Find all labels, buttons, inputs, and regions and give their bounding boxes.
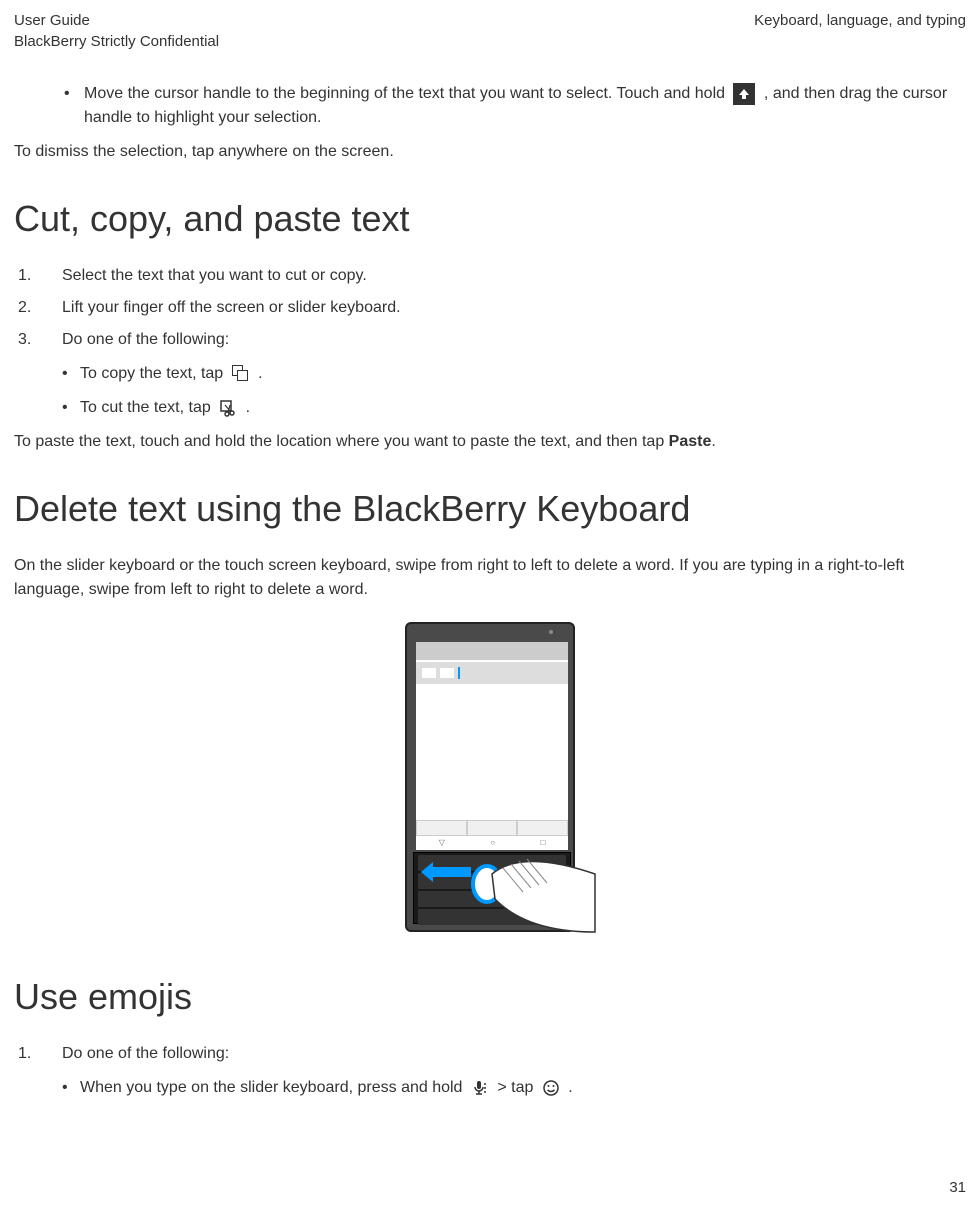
page-number: 31 [949,1177,966,1200]
swipe-left-arrow-icon [421,862,471,882]
paste-paragraph: To paste the text, touch and hold the lo… [14,430,966,454]
emoji-sub-after: . [568,1079,572,1096]
paste-after: . [711,433,715,450]
copy-icon [232,365,250,383]
phone-text-input [416,662,568,684]
emoji-step-1-text: Do one of the following: [62,1045,229,1062]
page-header: User Guide BlackBerry Strictly Confident… [14,10,966,52]
intro-bullet-item: Move the cursor handle to the beginning … [64,82,966,130]
phone-body: ▽ ○ □ [405,622,575,932]
dismiss-selection-text: To dismiss the selection, tap anywhere o… [14,140,966,164]
intro-text-before: Move the cursor handle to the beginning … [84,85,729,102]
header-section-title: Keyboard, language, and typing [754,10,966,52]
header-left: User Guide BlackBerry Strictly Confident… [14,10,219,52]
microphone-icon [471,1079,489,1097]
emoji-sub-mid: > tap [497,1079,537,1096]
emoji-sub-slider: When you type on the slider keyboard, pr… [62,1076,966,1100]
phone-nav-bar: ▽ ○ □ [416,836,568,850]
phone-swipe-illustration: ▽ ○ □ [400,622,580,942]
emoji-sub-before: When you type on the slider keyboard, pr… [80,1079,467,1096]
sub-cut-before: To cut the text, tap [80,399,215,416]
delete-text-body: On the slider keyboard or the touch scre… [14,554,966,602]
sub-copy: To copy the text, tap . [62,362,966,386]
nav-back-icon: ▽ [439,837,445,849]
heading-delete-text: Delete text using the BlackBerry Keyboar… [14,482,966,536]
nav-recent-icon: □ [540,837,545,849]
step-1: Select the text that you want to cut or … [14,264,966,288]
emoji-sublist: When you type on the slider keyboard, pr… [62,1076,966,1100]
shift-arrow-icon [733,83,755,105]
phone-camera-icon [549,630,553,634]
smiley-icon [542,1079,560,1097]
step-3-sublist: To copy the text, tap . To cut the text,… [62,362,966,420]
phone-statusbar [416,642,568,660]
swipe-hand-icon [467,854,597,929]
sub-cut-after: . [246,399,250,416]
phone-prediction-bar [416,820,568,836]
sub-copy-after: . [258,365,262,382]
header-title: User Guide [14,10,219,31]
sub-cut: To cut the text, tap . [62,396,966,420]
step-2: Lift your finger off the screen or slide… [14,296,966,320]
phone-screen: ▽ ○ □ [416,642,568,850]
step-3-text: Do one of the following: [62,331,229,348]
header-confidential: BlackBerry Strictly Confidential [14,31,219,52]
step-3: Do one of the following: To copy the tex… [14,328,966,420]
heading-cut-copy-paste: Cut, copy, and paste text [14,192,966,246]
paste-bold: Paste [669,433,712,450]
cut-icon [219,399,237,417]
sub-copy-before: To copy the text, tap [80,365,228,382]
paste-before: To paste the text, touch and hold the lo… [14,433,669,450]
cut-copy-steps: Select the text that you want to cut or … [14,264,966,420]
heading-use-emojis: Use emojis [14,970,966,1024]
emoji-step-1: Do one of the following: When you type o… [14,1042,966,1100]
nav-home-icon: ○ [490,837,495,849]
emoji-steps: Do one of the following: When you type o… [14,1042,966,1100]
intro-bullet-list: Move the cursor handle to the beginning … [14,82,966,130]
